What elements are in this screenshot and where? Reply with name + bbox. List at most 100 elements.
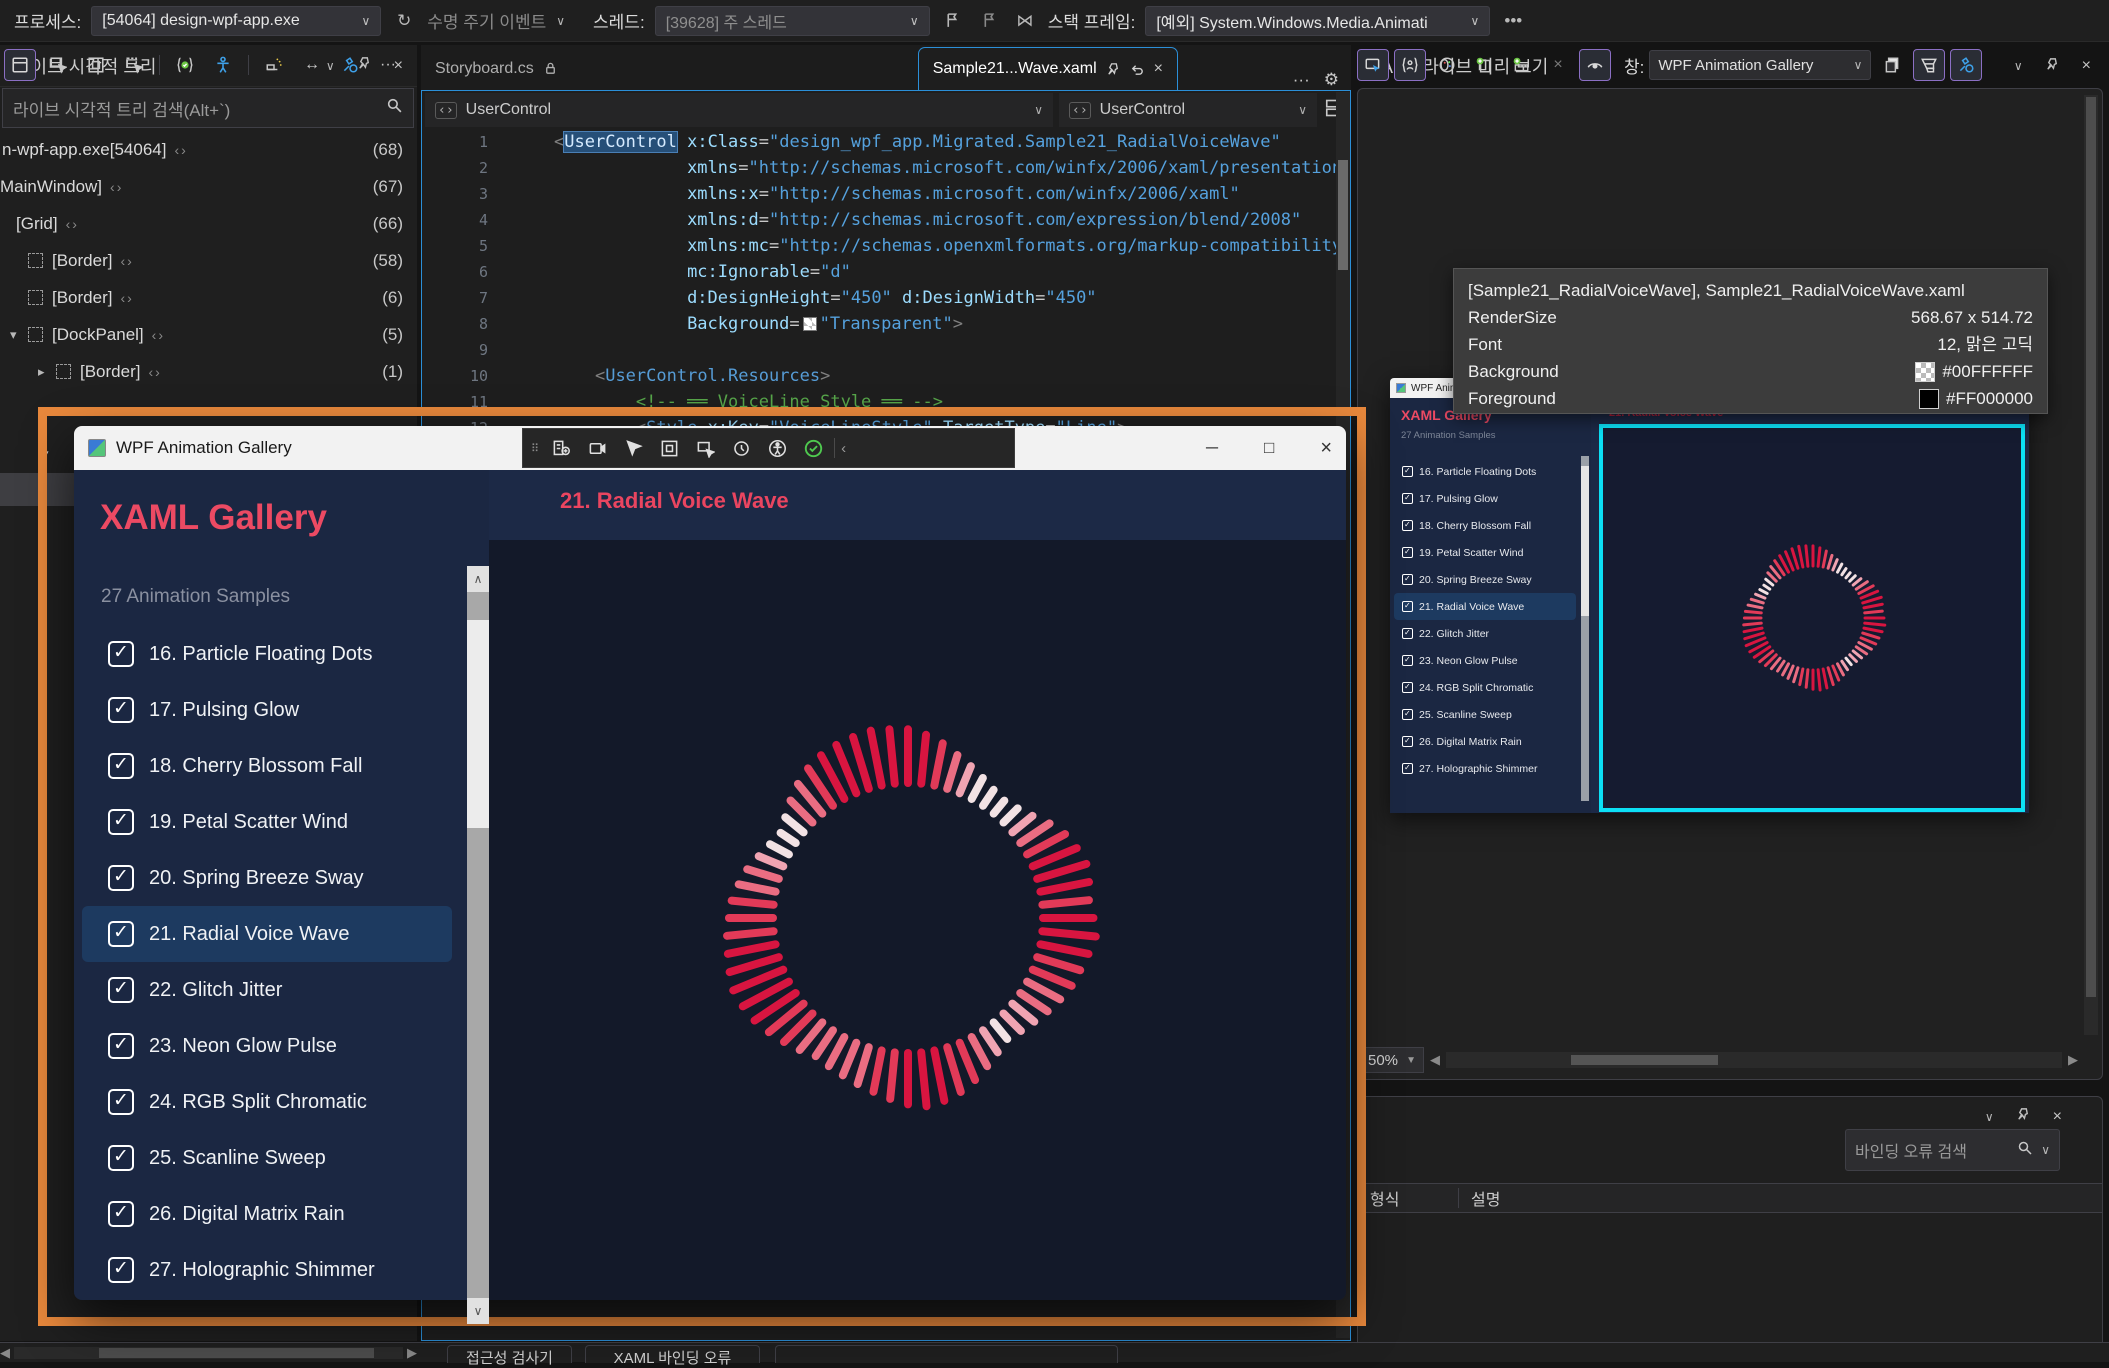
add-element-icon[interactable] <box>1468 49 1500 81</box>
track-focused-element-icon[interactable] <box>118 49 150 81</box>
drag-grip-icon[interactable]: ⠿ <box>531 442 540 455</box>
checkbox-checked-icon[interactable] <box>1402 547 1413 558</box>
tree-horizontal-scrollbar[interactable]: ◀ ▶ <box>0 1345 417 1361</box>
checkbox-checked-icon[interactable] <box>108 1145 134 1171</box>
column-type[interactable]: 형식 <box>1358 1186 1458 1210</box>
mini-list-item[interactable]: 25. Scanline Sweep <box>1394 701 1576 728</box>
add-ruler-icon[interactable] <box>1505 49 1537 81</box>
checkbox-checked-icon[interactable] <box>1402 736 1413 747</box>
mini-list-item[interactable]: 19. Petal Scatter Wind <box>1394 539 1576 566</box>
mini-list-item[interactable]: 17. Pulsing Glow <box>1394 485 1576 512</box>
debug-property-icon[interactable] <box>334 49 366 81</box>
scrollbar-thumb[interactable] <box>2086 97 2096 997</box>
accessibility-checker-icon[interactable] <box>207 49 239 81</box>
checkbox-checked-icon[interactable] <box>1402 763 1413 774</box>
parallel-stacks-icon[interactable]: ⋈ <box>1012 8 1038 34</box>
more-options-icon[interactable]: ··· <box>372 49 404 81</box>
screenshot-icon[interactable] <box>582 433 612 463</box>
checkbox-checked-icon[interactable] <box>108 977 134 1003</box>
gallery-list-item[interactable]: 18. Cherry Blossom Fall <box>82 738 452 794</box>
breadcrumb-right[interactable]: ‹› UserControl ∨ <box>1059 93 1317 127</box>
checkbox-checked-icon[interactable] <box>1402 682 1413 693</box>
checkbox-checked-icon[interactable] <box>1402 493 1413 504</box>
mini-list-item[interactable]: 22. Glitch Jitter <box>1394 620 1576 647</box>
just-my-xaml-icon[interactable] <box>169 49 201 81</box>
scrollbar-thumb[interactable] <box>467 620 489 828</box>
flag-icon[interactable] <box>940 8 966 34</box>
tree-row[interactable]: MainWindow] (67) <box>0 168 417 205</box>
hot-reload-icon[interactable] <box>726 433 756 463</box>
gallery-list-item[interactable]: 17. Pulsing Glow <box>82 682 452 738</box>
checkbox-checked-icon[interactable] <box>108 809 134 835</box>
checkbox-checked-icon[interactable] <box>1402 520 1413 531</box>
preview-vertical-scrollbar[interactable] <box>2084 95 2098 1035</box>
more-tabs-icon[interactable]: ··· <box>1293 70 1310 90</box>
select-element-preview-icon[interactable] <box>1357 49 1389 81</box>
tree-row[interactable]: [Border] (6) <box>0 279 417 316</box>
process-dropdown[interactable]: [54064] design-wpf-app.exe∨ <box>91 6 381 36</box>
code-area[interactable]: 1<UserControl x:Class="design_wpf_app.Mi… <box>422 129 1336 441</box>
scroll-left-icon[interactable]: ◀ <box>0 1345 10 1361</box>
checkbox-checked-icon[interactable] <box>108 753 134 779</box>
accessibility-icon[interactable] <box>762 433 792 463</box>
search-icon[interactable] <box>386 97 403 119</box>
xaml-source-icon[interactable] <box>174 142 187 158</box>
check-circle-icon[interactable] <box>798 433 828 463</box>
xaml-source-icon[interactable] <box>120 253 133 269</box>
delete-icon[interactable]: × <box>1542 49 1574 81</box>
mini-list-item[interactable]: 27. Holographic Shimmer <box>1394 755 1576 782</box>
mini-list-item[interactable]: 21. Radial Voice Wave <box>1394 593 1576 620</box>
checkbox-checked-icon[interactable] <box>1402 601 1413 612</box>
scroll-down-icon[interactable]: ∨ <box>467 1298 489 1324</box>
checkbox-checked-icon[interactable] <box>1402 466 1413 477</box>
tab-xaml-binding-errors[interactable]: XAML 바인딩 오류 <box>585 1345 760 1363</box>
stack-frame-dropdown[interactable]: [예외] System.Windows.Media.Animati∨ <box>1145 6 1490 36</box>
checkbox-checked-icon[interactable] <box>108 641 134 667</box>
expander-icon[interactable]: ▾ <box>10 327 28 343</box>
copy-window-icon[interactable] <box>1876 49 1908 81</box>
gallery-list-item[interactable]: 25. Scanline Sweep <box>82 1130 452 1186</box>
horizontal-arrows-icon[interactable]: ↔ <box>296 49 328 81</box>
tab-storyboard[interactable]: Storyboard.cs <box>421 47 572 90</box>
column-separator[interactable] <box>1458 1188 1459 1208</box>
panel-chevron-icon[interactable]: ∨ <box>1985 1110 1994 1124</box>
tree-row[interactable]: n-wpf-app.exe[54064] (68) <box>0 131 417 168</box>
chevron-down-icon[interactable]: ∨ <box>2041 1143 2050 1157</box>
checkbox-checked-icon[interactable] <box>1402 655 1413 666</box>
scroll-up-icon[interactable]: ∧ <box>467 566 489 592</box>
mini-list-item[interactable]: 16. Particle Floating Dots <box>1394 458 1576 485</box>
preview-selection-icon[interactable] <box>258 49 290 81</box>
select-element-icon[interactable] <box>42 49 74 81</box>
mini-list-item[interactable]: 24. RGB Split Chromatic <box>1394 674 1576 701</box>
minimize-button[interactable]: ─ <box>1206 438 1218 458</box>
flag-outline-icon[interactable] <box>976 8 1002 34</box>
checkbox-checked-icon[interactable] <box>108 697 134 723</box>
scrollbar-thumb[interactable] <box>1571 1055 1718 1065</box>
search-icon[interactable] <box>2017 1140 2033 1161</box>
gallery-list-item[interactable]: 24. RGB Split Chromatic <box>82 1074 452 1130</box>
checkbox-checked-icon[interactable] <box>108 1033 134 1059</box>
close-icon[interactable]: × <box>1154 60 1163 78</box>
lifecycle-events-label[interactable]: 수명 주기 이벤트 <box>427 8 546 33</box>
display-layout-adorners-icon[interactable] <box>654 433 684 463</box>
mini-list-item[interactable]: 23. Neon Glow Pulse <box>1394 647 1576 674</box>
go-to-live-visual-tree-icon[interactable] <box>546 433 576 463</box>
mini-scrollbar[interactable] <box>1581 456 1589 801</box>
mini-app-window[interactable]: WPF Animat XAML Gallery 27 Animation Sam… <box>1390 378 2029 813</box>
display-adorners-icon[interactable] <box>80 49 112 81</box>
xaml-source-icon[interactable] <box>110 179 123 195</box>
tab-empty[interactable] <box>775 1345 1118 1363</box>
tree-row[interactable]: [Border] (58) <box>0 242 417 279</box>
scroll-right-icon[interactable]: ▶ <box>2068 1052 2078 1068</box>
checkbox-checked-icon[interactable] <box>1402 628 1413 639</box>
gallery-list-item[interactable]: 21. Radial Voice Wave <box>82 906 452 962</box>
checkbox-checked-icon[interactable] <box>108 865 134 891</box>
checkbox-checked-icon[interactable] <box>108 921 134 947</box>
thread-dropdown[interactable]: [39628] 주 스레드∨ <box>655 6 930 36</box>
checkbox-checked-icon[interactable] <box>108 1201 134 1227</box>
gallery-list-item[interactable]: 23. Neon Glow Pulse <box>82 1018 452 1074</box>
column-description[interactable]: 설명 <box>1471 1186 1500 1210</box>
mini-list-item[interactable]: 20. Spring Breeze Sway <box>1394 566 1576 593</box>
track-focused-element-icon[interactable] <box>690 433 720 463</box>
tree-row[interactable]: ▾ [DockPanel] (5) <box>0 316 417 353</box>
